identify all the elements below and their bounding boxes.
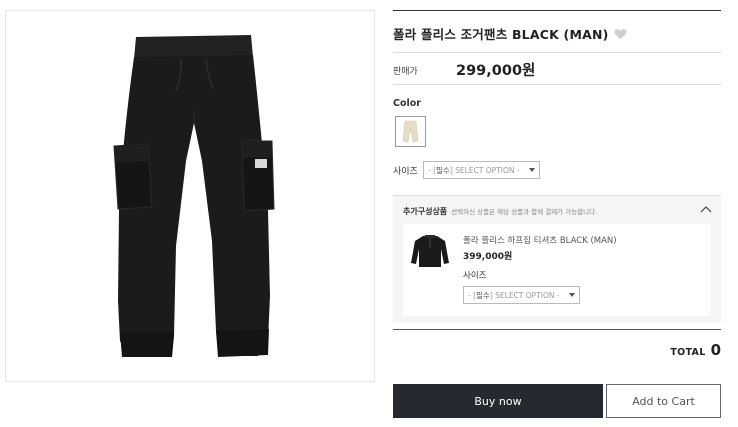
- additional-size-select-prefix: - [: [468, 290, 477, 300]
- size-select-required: 필수: [436, 165, 450, 175]
- total-label: TOTAL: [670, 347, 706, 358]
- size-select-prefix: - [: [428, 165, 437, 175]
- color-swatch-beige[interactable]: [395, 116, 426, 147]
- divider: [393, 52, 721, 53]
- product-detail-panel: 폴라 플리스 조거팬츠 BLACK (MAN) 판매가 299,000원 Col…: [393, 0, 721, 427]
- product-image: [5, 10, 375, 382]
- additional-product-price: 399,000원: [463, 252, 513, 262]
- jogger-pants-image: [113, 35, 275, 357]
- add-to-cart-button[interactable]: Add to Cart: [606, 384, 721, 418]
- size-label: 사이즈: [393, 167, 418, 177]
- additional-product-name[interactable]: 폴라 플리스 하프집 티셔츠 BLACK (MAN): [463, 234, 617, 246]
- buy-now-button[interactable]: Buy now: [393, 384, 603, 418]
- caret-down-icon: [569, 293, 575, 297]
- additional-products-title: 추가구성상품: [403, 207, 448, 216]
- size-select-rest: ] SELECT OPTION -: [449, 165, 520, 175]
- divider: [393, 84, 721, 85]
- additional-product-card: 폴라 플리스 하프집 티셔츠 BLACK (MAN) 399,000원 사이즈 …: [403, 224, 711, 316]
- heart-icon[interactable]: [614, 28, 627, 40]
- additional-size-select-required: 필수: [476, 290, 490, 300]
- additional-size-select[interactable]: - [필수] SELECT OPTION -: [463, 286, 580, 304]
- additional-product-size-label: 사이즈: [463, 271, 487, 281]
- total-value: 0: [710, 341, 721, 359]
- half-zip-shirt-thumbnail[interactable]: [409, 232, 451, 272]
- additional-size-select-rest: ] SELECT OPTION -: [489, 290, 560, 300]
- product-title: 폴라 플리스 조거팬츠 BLACK (MAN): [393, 27, 609, 42]
- color-label: Color: [393, 98, 421, 109]
- beige-pants-thumbnail: [402, 120, 419, 143]
- size-select[interactable]: - [필수] SELECT OPTION -: [423, 161, 540, 179]
- price-label: 판매가: [393, 67, 418, 77]
- additional-products-box: 추가구성상품 선택하신 상품은 해당 상품과 함께 결제가 가능합니다. 폴라 플…: [393, 195, 721, 323]
- caret-down-icon: [529, 168, 535, 172]
- chevron-up-icon[interactable]: [700, 205, 712, 213]
- top-divider: [393, 10, 721, 11]
- additional-products-note: 선택하신 상품은 해당 상품과 함께 결제가 가능합니다.: [451, 208, 598, 216]
- total-row: TOTAL 0: [670, 341, 721, 359]
- divider: [393, 329, 721, 330]
- title-row: 폴라 플리스 조거팬츠 BLACK (MAN): [393, 24, 627, 43]
- price-value: 299,000원: [456, 63, 536, 79]
- additional-products-header: 추가구성상품 선택하신 상품은 해당 상품과 함께 결제가 가능합니다.: [403, 206, 597, 217]
